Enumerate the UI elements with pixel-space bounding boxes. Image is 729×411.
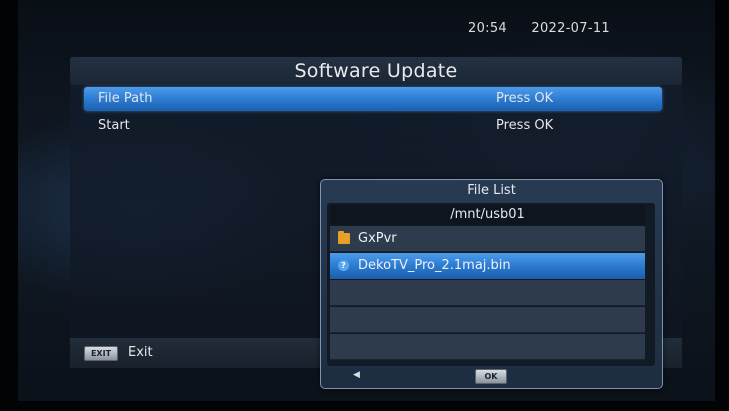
tv-screen: 20:54 2022-07-11 Software Update File Pa… [0, 0, 729, 411]
dialog-title: File List [467, 183, 516, 198]
file-icon: ? [338, 260, 349, 271]
exit-key-icon[interactable]: EXIT [84, 346, 118, 361]
screen-edge-bottom [0, 401, 729, 411]
clock-date: 2022-07-11 [531, 21, 610, 36]
title-bar: Software Update [70, 57, 682, 85]
menu-item-start[interactable]: Start Press OK [84, 114, 662, 138]
menu-item-value: Press OK [496, 91, 554, 106]
menu-item-label: Start [98, 118, 130, 133]
list-item-empty [330, 280, 645, 306]
list-item-empty [330, 334, 645, 360]
screen-edge-right [715, 0, 729, 411]
exit-label: Exit [128, 345, 153, 360]
screen-edge-left [0, 0, 18, 411]
current-path: /mnt/usb01 [330, 205, 645, 225]
ok-key-icon[interactable]: OK [475, 369, 507, 384]
list-item-name: DekoTV_Pro_2.1maj.bin [358, 258, 511, 273]
scroll-left-icon[interactable]: ◀ [353, 370, 360, 380]
list-item-name: GxPvr [358, 231, 397, 246]
list-item-gxpvr[interactable]: GxPvr [330, 226, 645, 252]
list-item-empty [330, 307, 645, 333]
menu-item-value: Press OK [496, 118, 554, 133]
menu-item-file-path[interactable]: File Path Press OK [84, 87, 662, 111]
folder-icon [338, 231, 350, 244]
menu-item-label: File Path [98, 91, 153, 106]
page-title: Software Update [294, 60, 458, 82]
clock: 20:54 2022-07-11 [468, 21, 610, 36]
list-item-dekotv-bin[interactable]: ? DekoTV_Pro_2.1maj.bin [330, 253, 645, 279]
clock-time: 20:54 [468, 21, 507, 36]
